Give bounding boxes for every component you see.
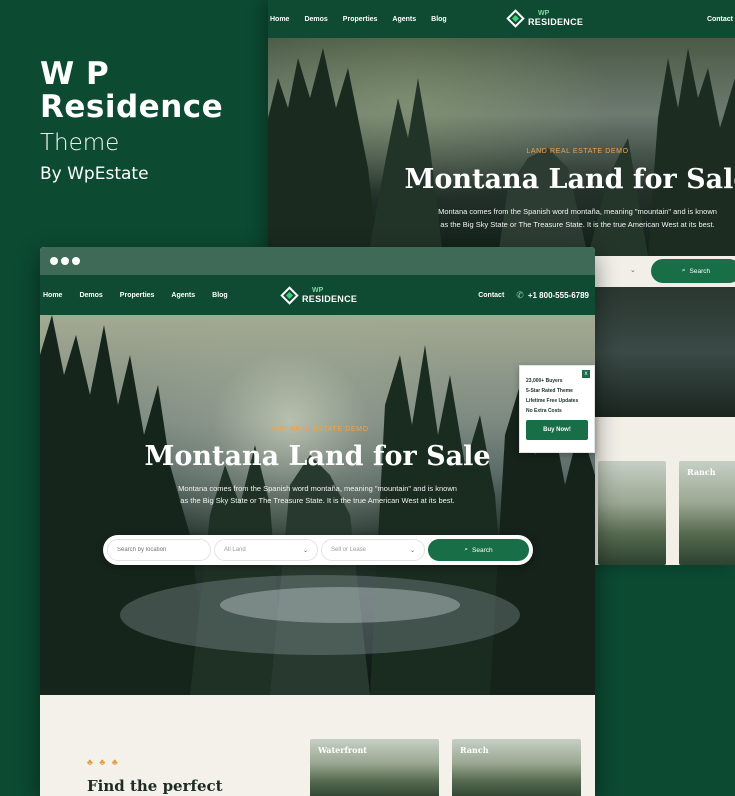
nav-right: Contact ✆ +1 800-555-6789 xyxy=(478,290,589,301)
popup-item: Lifetime Free Updates xyxy=(526,398,579,404)
card-ranch[interactable]: Ranch xyxy=(452,739,581,796)
lower-tree-icons: ♣ ♣ ♣ xyxy=(87,757,120,767)
bg-hero-title: Montana Land for Sale xyxy=(404,164,735,195)
chevron-down-icon: ⌄ xyxy=(302,547,308,554)
bg-hero-kicker: LAND REAL ESTATE DEMO xyxy=(526,148,629,155)
nav-contact[interactable]: Contact xyxy=(478,292,504,299)
bg-hero-desc-2: as the Big Sky State or The Treasure Sta… xyxy=(440,220,715,229)
hero-title: Montana Land for Sale xyxy=(144,441,491,472)
logo-diamond-icon xyxy=(280,285,299,305)
search-bar: All Land ⌄ Sell or Lease ⌄ ⌕ Search xyxy=(103,535,533,565)
hero-section: LAND REAL ESTATE DEMO Montana Land for S… xyxy=(40,315,595,695)
logo-line2: RESIDENCE xyxy=(302,294,358,304)
hero-desc-line2: as the Big Sky State or The Treasure Sta… xyxy=(180,496,455,505)
nav-demos[interactable]: Demos xyxy=(79,292,102,299)
window-titlebar xyxy=(40,247,595,275)
bg-card-ranch-label: Ranch xyxy=(687,467,716,477)
site-navbar: Home Demos Properties Agents Blog WP RES… xyxy=(40,275,595,315)
promo-block: W P Residence Theme By WpEstate xyxy=(40,58,223,185)
nav-blog[interactable]: Blog xyxy=(212,292,228,299)
hero-kicker: LAND REAL ESTATE DEMO xyxy=(266,426,369,433)
land-type-select[interactable]: All Land ⌄ xyxy=(214,539,318,561)
bg-search-button-label: Search xyxy=(689,267,711,275)
site-logo[interactable]: WP RESIDENCE xyxy=(280,285,358,305)
search-button[interactable]: ⌕ Search xyxy=(428,539,529,561)
bg-chevron-down-icon: ⌄ xyxy=(630,267,636,274)
bg-search-icon: ⌕ xyxy=(681,267,686,274)
window-dot-icon[interactable] xyxy=(61,257,69,265)
bg-logo[interactable]: WP RESIDENCE xyxy=(506,8,584,28)
card-waterfront[interactable]: Waterfront xyxy=(310,739,439,796)
promo-subtitle: Theme xyxy=(40,130,120,156)
bg-nav-agents[interactable]: Agents xyxy=(392,16,416,23)
bg-card-ranch[interactable]: Ranch xyxy=(679,461,735,565)
promo-popup: x 23,000+ Buyers 5-Star Rated Theme Life… xyxy=(519,365,595,453)
bg-search-button[interactable]: ⌕ Search xyxy=(651,259,735,283)
promo-title: W P Residence xyxy=(40,58,223,124)
bg-navbar: Home Demos Properties Agents Blog WP RES… xyxy=(268,0,735,38)
bg-logo-line2: RESIDENCE xyxy=(528,17,584,27)
bg-card-waterfront[interactable] xyxy=(598,461,666,565)
nav-links: Home Demos Properties Agents Blog xyxy=(40,292,245,299)
lower-section-title: Find the perfect xyxy=(87,777,223,795)
close-icon[interactable]: x xyxy=(582,370,590,378)
promo-byline: By WpEstate xyxy=(40,164,149,184)
buy-now-button[interactable]: Buy Now! xyxy=(526,420,588,440)
bg-hero-desc-1: Montana comes from the Spanish word mont… xyxy=(438,207,717,216)
bg-nav-properties[interactable]: Properties xyxy=(343,16,378,23)
window-dot-icon[interactable] xyxy=(72,257,80,265)
chevron-down-icon: ⌄ xyxy=(409,547,415,554)
nav-properties[interactable]: Properties xyxy=(120,292,155,299)
hero-forest-silhouette xyxy=(40,315,595,695)
window-dot-icon[interactable] xyxy=(50,257,58,265)
bg-nav-blog[interactable]: Blog xyxy=(431,16,447,23)
search-button-label: Search xyxy=(472,546,493,554)
phone-number: +1 800-555-6789 xyxy=(527,290,589,300)
nav-agents[interactable]: Agents xyxy=(171,292,195,299)
promo-title-line2: Residence xyxy=(40,89,224,125)
bg-nav-demos[interactable]: Demos xyxy=(304,16,327,23)
hero-desc-line1: Montana comes from the Spanish word mont… xyxy=(178,484,457,493)
popup-item: 23,000+ Buyers xyxy=(526,378,563,384)
location-input[interactable] xyxy=(117,547,201,553)
phone-icon: ✆ xyxy=(516,289,524,300)
logo-diamond-icon xyxy=(506,8,525,28)
browser-window: Home Demos Properties Agents Blog WP RES… xyxy=(40,247,595,796)
nav-home[interactable]: Home xyxy=(43,292,62,299)
listing-mode-select[interactable]: Sell or Lease ⌄ xyxy=(321,539,425,561)
popup-item: No Extra Costs xyxy=(526,408,562,414)
location-field[interactable] xyxy=(107,539,211,561)
bg-nav-home[interactable]: Home xyxy=(270,16,289,23)
card-ranch-label: Ranch xyxy=(460,745,489,755)
bg-nav-contact[interactable]: Contact xyxy=(707,16,733,23)
nav-phone[interactable]: ✆ +1 800-555-6789 xyxy=(516,290,589,301)
land-type-value: All Land xyxy=(224,547,246,553)
card-waterfront-label: Waterfront xyxy=(318,745,367,755)
bg-hero-image: LAND REAL ESTATE DEMO Montana Land for S… xyxy=(268,38,735,256)
listing-mode-value: Sell or Lease xyxy=(331,547,367,553)
promo-title-line1: W P xyxy=(40,56,110,92)
popup-item: 5-Star Rated Theme xyxy=(526,388,573,394)
search-icon: ⌕ xyxy=(464,546,469,553)
